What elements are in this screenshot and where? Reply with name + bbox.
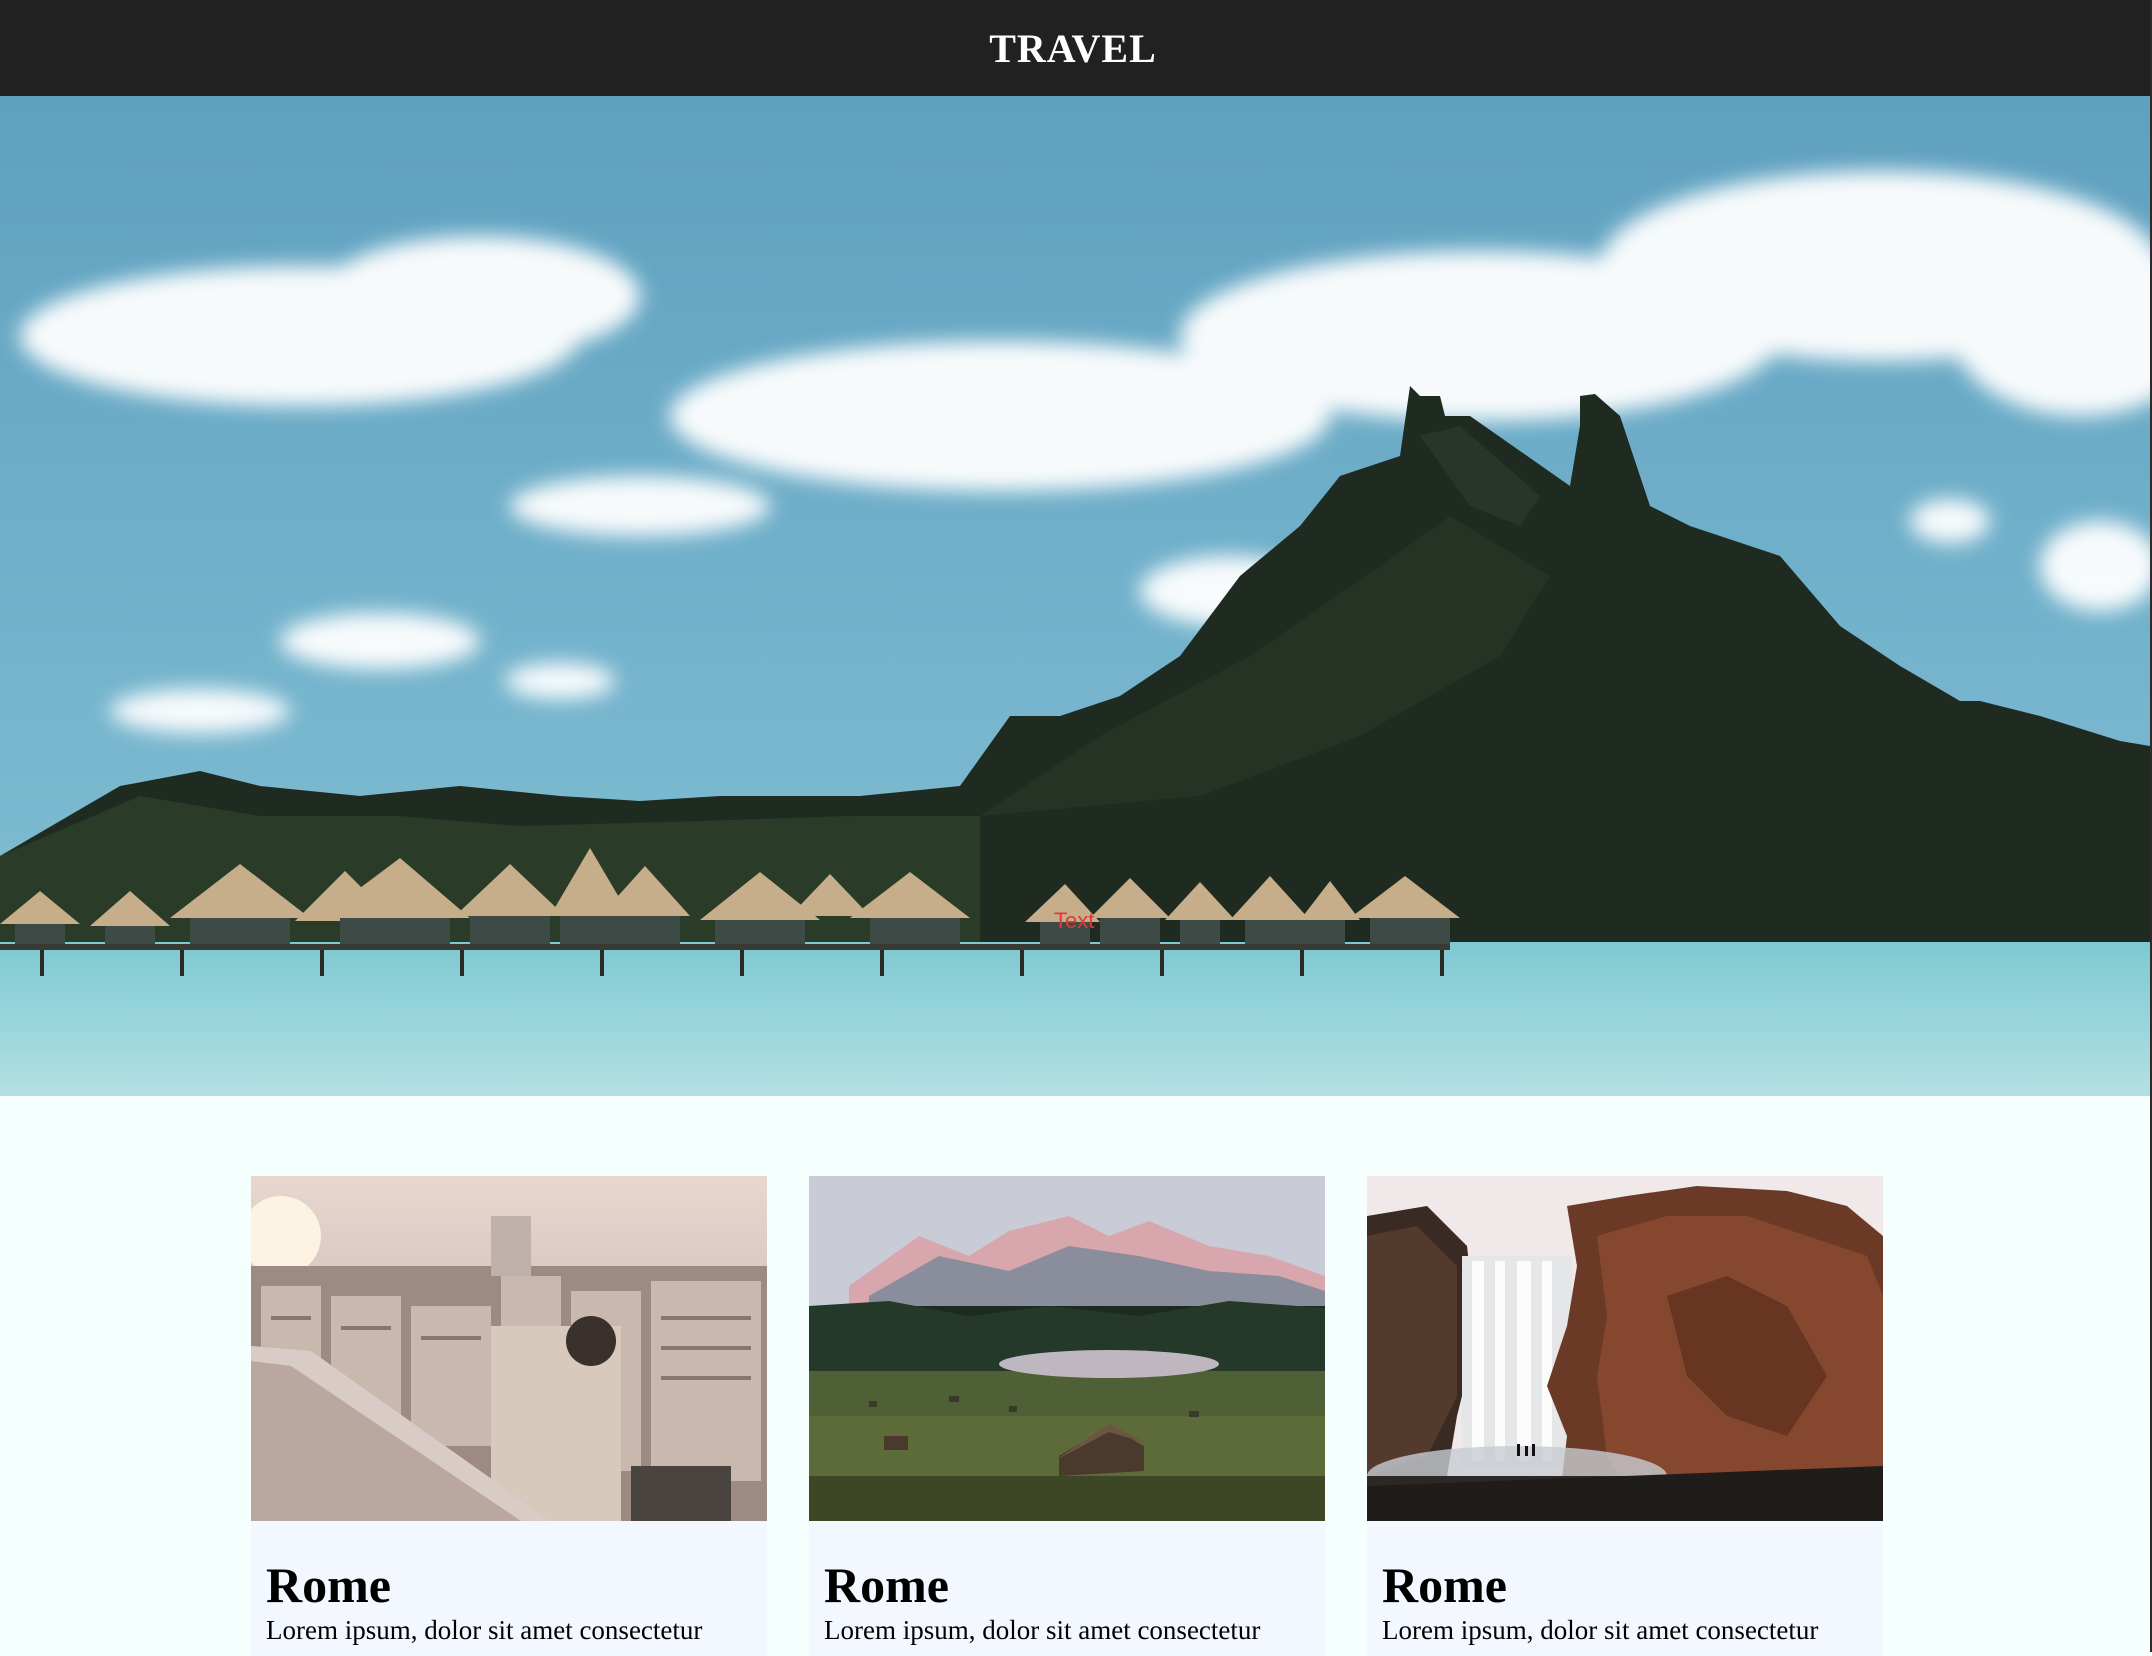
city-rooftops-image: [251, 1176, 767, 1521]
hero-banner: Text: [0, 96, 2150, 1096]
hero-image: [0, 96, 2150, 1096]
card-title: Rome: [266, 1557, 391, 1613]
card-title: Rome: [824, 1557, 949, 1613]
site-header: TRAVEL: [0, 0, 2150, 96]
card-title: Rome: [1382, 1557, 1507, 1613]
destination-card[interactable]: Rome Lorem ipsum, dolor sit amet consect…: [1367, 1176, 1883, 1656]
waterfall-cliff-image: [1367, 1176, 1883, 1521]
destination-cards: Rome Lorem ipsum, dolor sit amet consect…: [251, 1176, 1883, 1656]
card-text: Lorem ipsum, dolor sit amet consectetur: [1382, 1615, 1819, 1645]
destination-card[interactable]: Rome Lorem ipsum, dolor sit amet consect…: [809, 1176, 1325, 1656]
site-title: TRAVEL: [989, 25, 1157, 71]
destination-card[interactable]: Rome Lorem ipsum, dolor sit amet consect…: [251, 1176, 767, 1656]
card-text: Lorem ipsum, dolor sit amet consectetur: [266, 1615, 703, 1645]
card-text: Lorem ipsum, dolor sit amet consectetur: [824, 1615, 1261, 1645]
hero-overlay-text: Text: [1054, 908, 1095, 933]
mountain-meadow-image: [809, 1176, 1325, 1521]
